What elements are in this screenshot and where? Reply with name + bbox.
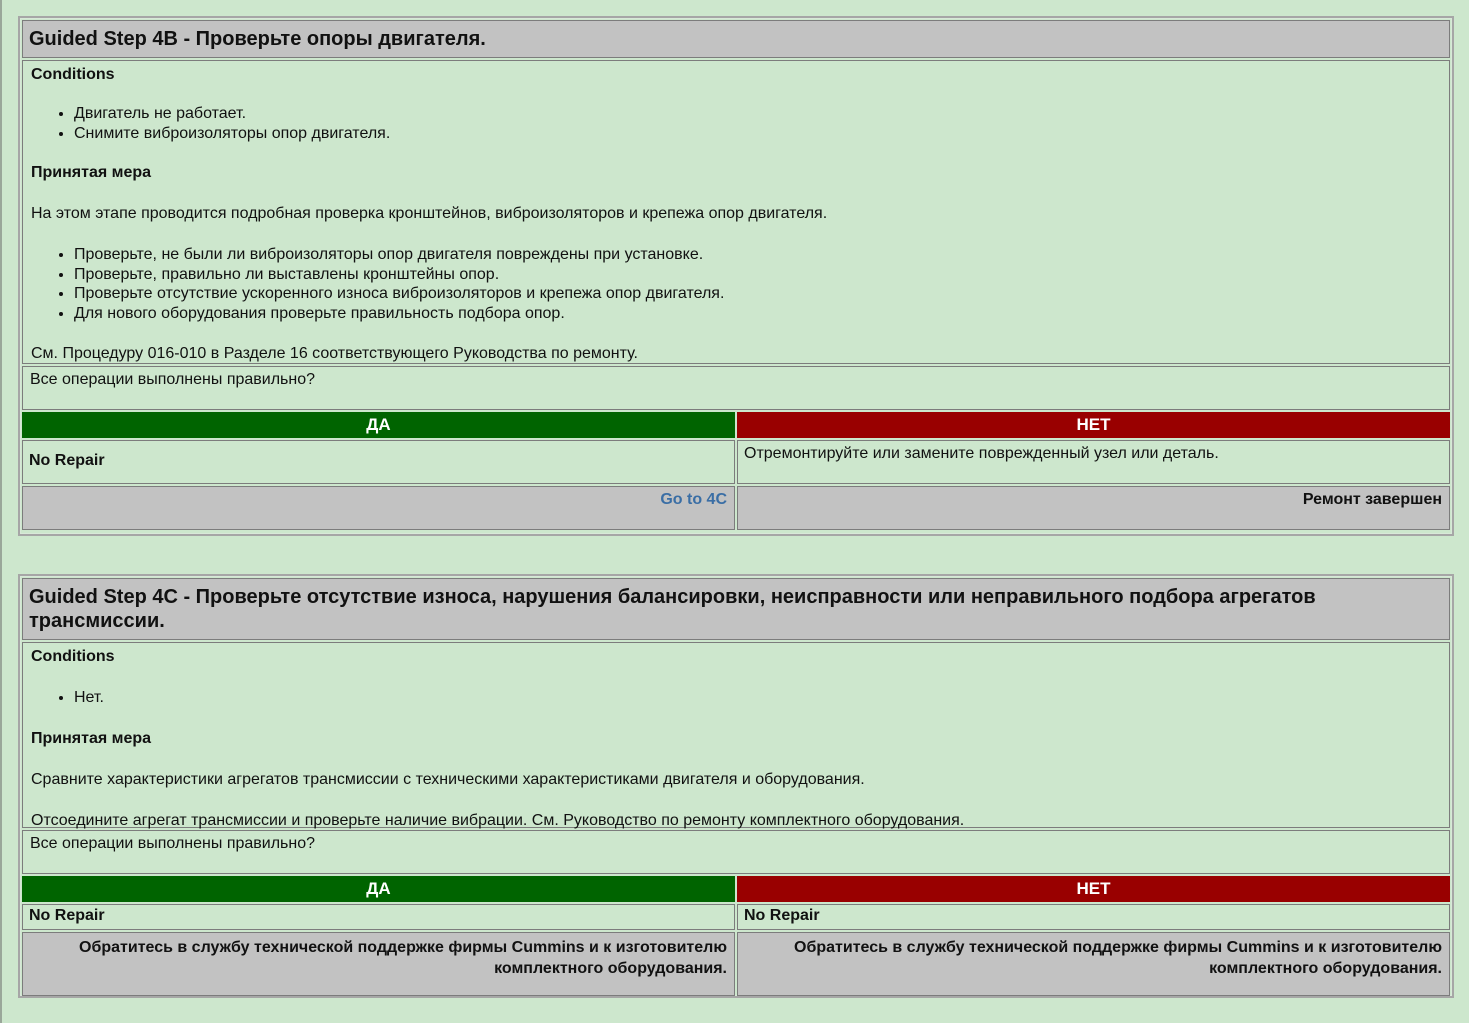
contact-support-text: Обратитесь в службу технической поддержк… bbox=[794, 939, 1442, 977]
conditions-label: Conditions bbox=[31, 66, 115, 83]
yes-header: ДА bbox=[22, 412, 735, 438]
conditions-label: Conditions bbox=[31, 648, 115, 665]
no-result: No Repair bbox=[737, 904, 1450, 930]
step-title: Guided Step 4B - Проверьте опоры двигате… bbox=[22, 20, 1450, 58]
list-item: Двигатель не работает. bbox=[74, 104, 1441, 124]
list-item: Проверьте, не были ли виброизоляторы опо… bbox=[74, 245, 1441, 265]
action-text-2: Отсоедините агрегат трансмиссии и провер… bbox=[31, 811, 965, 829]
list-item: Нет. bbox=[74, 688, 1441, 708]
window-left-border bbox=[0, 0, 2, 1023]
guided-step-4c: Guided Step 4C - Проверьте отсутствие из… bbox=[18, 574, 1454, 998]
list-item: Снимите виброизоляторы опор двигателя. bbox=[74, 124, 1441, 144]
repair-complete-label: Ремонт завершен bbox=[1302, 491, 1442, 508]
intro-text: На этом этапе проводится подробная прове… bbox=[31, 205, 828, 222]
reference-text: См. Процедуру 016-010 в Разделе 16 соотв… bbox=[31, 345, 638, 362]
no-result: Отремонтируйте или замените поврежденный… bbox=[737, 440, 1450, 484]
list-item: Проверьте, правильно ли выставлены кронш… bbox=[74, 265, 1441, 285]
yes-action-cell: Обратитесь в службу технической поддержк… bbox=[22, 932, 735, 996]
result-row: No Repair No Repair bbox=[22, 904, 1450, 930]
action-row: Обратитесь в службу технической поддержк… bbox=[22, 932, 1450, 996]
action-label: Принятая мера bbox=[31, 729, 152, 747]
answer-headers: ДА НЕТ bbox=[22, 876, 1450, 902]
conditions-panel: Conditions Двигатель не работает. Снимит… bbox=[22, 60, 1450, 364]
conditions-list: Нет. bbox=[31, 688, 1441, 708]
action-row: Go to 4C Ремонт завершен bbox=[22, 486, 1450, 530]
step-title: Guided Step 4C - Проверьте отсутствие из… bbox=[22, 578, 1450, 640]
no-header: НЕТ bbox=[737, 412, 1450, 438]
list-item: Проверьте отсутствие ускоренного износа … bbox=[74, 284, 1441, 304]
checks-list: Проверьте, не были ли виброизоляторы опо… bbox=[31, 245, 1441, 323]
no-action-cell: Обратитесь в службу технической поддержк… bbox=[737, 932, 1450, 996]
action-text-1: Сравните характеристики агрегатов трансм… bbox=[31, 770, 865, 788]
no-action-cell: Ремонт завершен bbox=[737, 486, 1450, 530]
guided-step-4b: Guided Step 4B - Проверьте опоры двигате… bbox=[18, 16, 1454, 536]
conditions-list: Двигатель не работает. Снимите виброизол… bbox=[31, 104, 1441, 143]
go-to-4c-link[interactable]: Go to 4C bbox=[660, 491, 727, 508]
no-header: НЕТ bbox=[737, 876, 1450, 902]
question: Все операции выполнены правильно? bbox=[22, 830, 1450, 874]
question: Все операции выполнены правильно? bbox=[22, 366, 1450, 410]
result-row: No Repair Отремонтируйте или замените по… bbox=[22, 440, 1450, 484]
yes-result: No Repair bbox=[22, 904, 735, 930]
answer-headers: ДА НЕТ bbox=[22, 412, 1450, 438]
conditions-panel: Conditions Нет. Принятая мера Сравните х… bbox=[22, 642, 1450, 829]
yes-header: ДА bbox=[22, 876, 735, 902]
action-label: Принятая мера bbox=[31, 164, 152, 181]
yes-result: No Repair bbox=[22, 440, 735, 484]
yes-action-cell: Go to 4C bbox=[22, 486, 735, 530]
contact-support-text: Обратитесь в службу технической поддержк… bbox=[79, 939, 727, 977]
list-item: Для нового оборудования проверьте правил… bbox=[74, 304, 1441, 324]
